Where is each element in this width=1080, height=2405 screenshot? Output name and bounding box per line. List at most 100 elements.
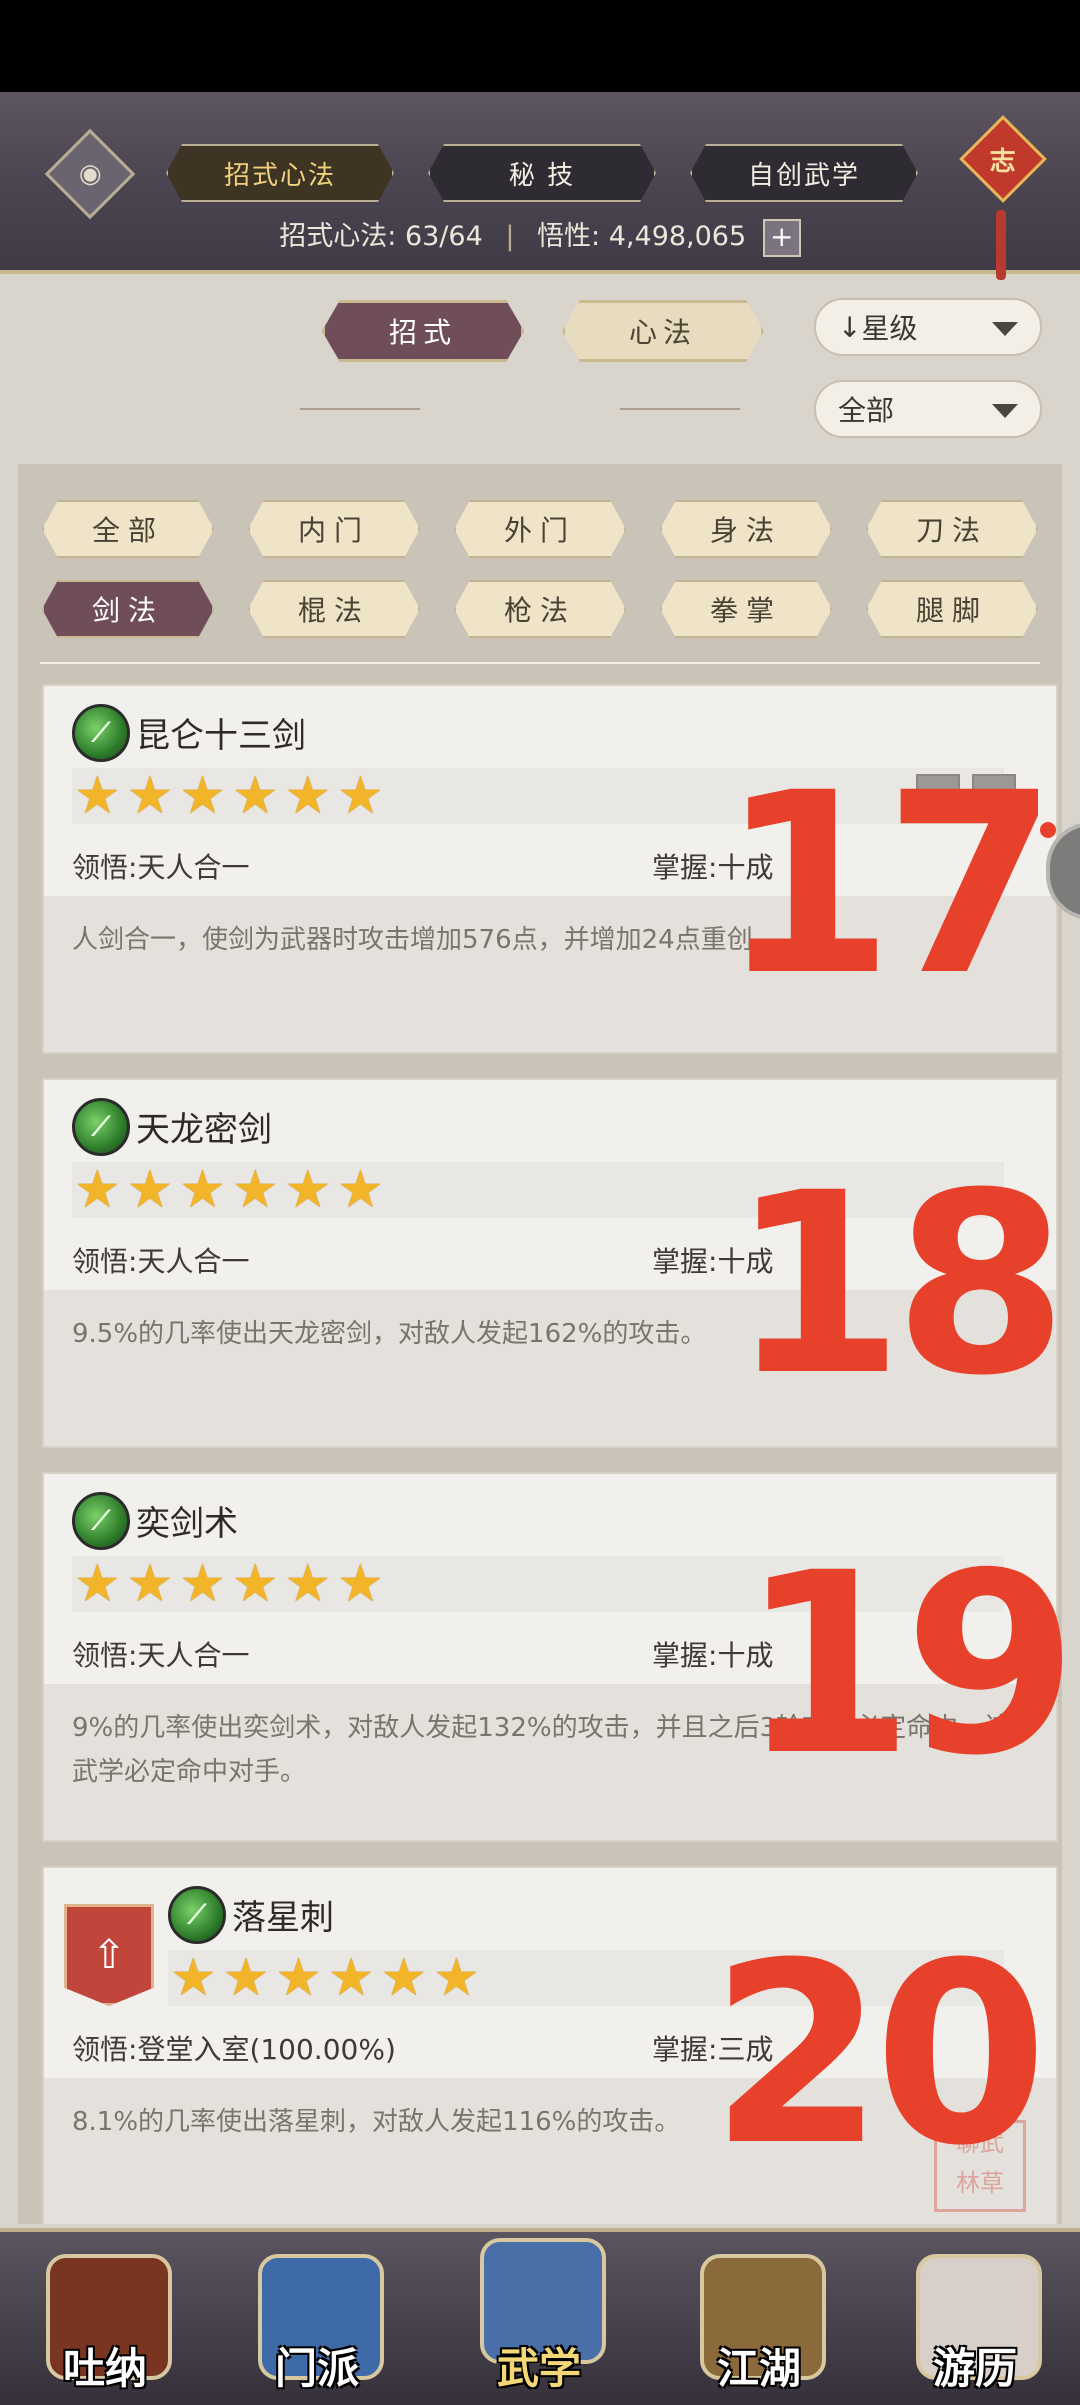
star-icon: ★ xyxy=(231,1554,279,1614)
nav-sect[interactable]: 门派 xyxy=(252,2246,384,2396)
star-icon: ★ xyxy=(126,1554,174,1614)
skill-name: 昆仑十三剑 xyxy=(136,716,306,756)
star-icon: ★ xyxy=(284,1160,332,1220)
comprehension-label: 领悟: xyxy=(72,1245,138,1278)
notification-dot xyxy=(1040,822,1056,838)
nav-travel[interactable]: 游历 xyxy=(910,2246,1042,2396)
star-icon: ★ xyxy=(231,1160,279,1220)
upgrade-arrow-icon: ⇧ xyxy=(64,1904,154,2006)
category-chip-all[interactable]: 全部 xyxy=(42,500,214,558)
mastery-label: 掌握: xyxy=(652,851,718,884)
decorative-line-right xyxy=(620,408,740,410)
tab-self-created[interactable]: 自创武学 xyxy=(690,144,918,202)
mastery-label: 掌握: xyxy=(652,2033,718,2066)
nav-jianghu[interactable]: 江湖 xyxy=(694,2246,826,2396)
tab-moves-methods[interactable]: 招式心法 xyxy=(166,144,394,202)
annotation-number: 20 xyxy=(710,1909,1048,2200)
star-icon: ★ xyxy=(126,766,174,826)
filter-value: 全部 xyxy=(838,394,895,427)
eye-icon: ◉ xyxy=(78,159,102,189)
star-icon: ★ xyxy=(337,766,384,826)
category-chip-inner[interactable]: 内门 xyxy=(248,500,420,558)
chevron-down-icon xyxy=(992,322,1018,336)
comprehension-value: 天人合一 xyxy=(137,851,250,884)
insight-label: 悟性: xyxy=(537,221,601,252)
star-icon: ★ xyxy=(126,1160,174,1220)
decorative-line-left xyxy=(300,408,420,410)
subtab-methods[interactable]: 心法 xyxy=(562,300,764,362)
add-insight-button[interactable]: + xyxy=(762,218,801,257)
mastery-label: 掌握: xyxy=(652,1639,718,1672)
comprehension-row: 领悟:天人合一 xyxy=(72,846,249,886)
category-chip-movement[interactable]: 身法 xyxy=(660,500,832,558)
knot-label: 志 xyxy=(989,146,1017,177)
skill-name: 天龙密剑 xyxy=(136,1110,272,1150)
star-icon: ★ xyxy=(380,1948,428,2008)
star-icon: ★ xyxy=(284,766,332,826)
panel-divider xyxy=(40,662,1040,664)
nav-breathing[interactable]: 吐纳 xyxy=(40,2246,172,2396)
comprehension-value: 天人合一 xyxy=(137,1245,250,1278)
status-bar xyxy=(0,0,1080,92)
sword-skill-icon: ⟋ xyxy=(72,1098,130,1156)
nav-label: 江湖 xyxy=(716,2344,801,2393)
nav-label: 门派 xyxy=(274,2344,359,2393)
annotation-number: 17 xyxy=(720,739,1058,1030)
top-header: ◉ 招式心法 秘 技 自创武学 志 招式心法: 63/64 | 悟性: 4,49… xyxy=(0,92,1080,280)
star-icon: ★ xyxy=(284,1554,332,1614)
insight-value: 4,498,065 xyxy=(608,221,747,252)
nav-label: 吐纳 xyxy=(62,2344,147,2393)
skill-name: 落星刺 xyxy=(232,1898,334,1938)
mastery-label: 掌握: xyxy=(652,1245,718,1278)
category-chip-outer[interactable]: 外门 xyxy=(454,500,626,558)
star-icon: ★ xyxy=(327,1948,375,2008)
category-chip-blade[interactable]: 刀法 xyxy=(866,500,1038,558)
sort-value: 星级 xyxy=(861,312,918,345)
comprehension-label: 领悟: xyxy=(72,851,138,884)
nav-martial-arts[interactable]: 武学 xyxy=(474,2238,606,2396)
star-icon: ★ xyxy=(179,1554,226,1614)
tab-secret-skills[interactable]: 秘 技 xyxy=(428,144,656,202)
skill-name: 奕剑术 xyxy=(136,1504,238,1544)
star-icon: ★ xyxy=(275,1948,322,2008)
annotation-number: 18 xyxy=(730,1139,1068,1430)
comprehension-row: 领悟:天人合一 xyxy=(72,1634,249,1674)
category-chip-leg[interactable]: 腿脚 xyxy=(866,580,1038,638)
sword-skill-icon: ⟋ xyxy=(72,704,130,762)
category-chip-spear[interactable]: 枪法 xyxy=(454,580,626,638)
star-icon: ★ xyxy=(74,1160,121,1220)
category-chip-fist[interactable]: 拳掌 xyxy=(660,580,832,638)
star-icon: ★ xyxy=(337,1160,384,1220)
moves-label: 招式心法: xyxy=(279,221,397,252)
star-icon: ★ xyxy=(433,1948,480,2008)
subtab-moves[interactable]: 招式 xyxy=(322,300,524,362)
sword-skill-icon: ⟋ xyxy=(72,1492,130,1550)
comprehension-row: 领悟:天人合一 xyxy=(72,1240,249,1280)
star-icon: ★ xyxy=(231,766,279,826)
eye-toggle-button[interactable]: ◉ xyxy=(44,128,136,220)
nav-label: 游历 xyxy=(932,2344,1017,2393)
stats-separator: | xyxy=(505,221,515,252)
nav-label: 武学 xyxy=(496,2344,581,2393)
comprehension-value: 天人合一 xyxy=(137,1639,250,1672)
chinese-knot-button[interactable]: 志 xyxy=(959,115,1047,203)
sort-arrow-icon: ↓ xyxy=(838,310,862,344)
annotation-number: 19 xyxy=(740,1519,1078,1810)
category-chip-sword[interactable]: 剑法 xyxy=(42,580,214,638)
sort-dropdown[interactable]: ↓ 星级 xyxy=(814,298,1042,356)
comprehension-row: 领悟:登堂入室(100.00%) xyxy=(72,2028,396,2068)
filter-dropdown[interactable]: 全部 xyxy=(814,380,1042,438)
category-chip-staff[interactable]: 棍法 xyxy=(248,580,420,638)
stats-line: 招式心法: 63/64 | 悟性: 4,498,065 + xyxy=(0,214,1080,257)
comprehension-value: 登堂入室(100.00%) xyxy=(137,2033,396,2066)
star-icon: ★ xyxy=(74,766,121,826)
star-icon: ★ xyxy=(222,1948,270,2008)
moves-value: 63/64 xyxy=(404,221,483,252)
star-icon: ★ xyxy=(179,766,226,826)
star-icon: ★ xyxy=(170,1948,217,2008)
bottom-nav: 吐纳 门派 武学 江湖 游历 xyxy=(0,2228,1080,2405)
star-icon: ★ xyxy=(179,1160,226,1220)
chevron-down-icon xyxy=(992,404,1018,418)
sword-skill-icon: ⟋ xyxy=(168,1886,226,1944)
star-icon: ★ xyxy=(74,1554,121,1614)
